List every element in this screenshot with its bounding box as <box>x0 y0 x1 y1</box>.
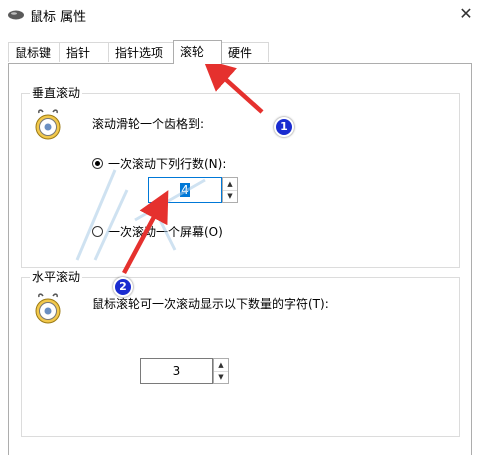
tab-pointers[interactable]: 指针 <box>59 42 109 62</box>
lines-count-stepper: ▲ ▼ <box>222 177 238 203</box>
scroll-wheel-icon <box>35 109 61 140</box>
chevron-up-icon: ▲ <box>218 361 224 369</box>
lines-count-value: 4 <box>180 183 190 197</box>
horizontal-description: 鼠标滚轮可一次滚动显示以下数量的字符(T): <box>92 297 329 311</box>
radio-screen[interactable] <box>92 226 103 237</box>
tab-buttons[interactable]: 鼠标键 <box>8 42 60 62</box>
tab-hardware[interactable]: 硬件 <box>221 42 269 62</box>
vertical-scroll-group: 垂直滚动 滚动滑轮一个齿格到: 一次滚动下列行数(N): 4 ▲ ▼ 一次滚动一… <box>21 86 460 268</box>
horizontal-scroll-legend: 水平滚动 <box>30 270 83 285</box>
window-title: 鼠标 属性 <box>30 10 87 25</box>
radio-lines[interactable] <box>92 158 103 169</box>
vertical-scroll-legend: 垂直滚动 <box>30 86 83 101</box>
step-badge-1: 1 <box>274 117 294 137</box>
scroll-wheel-icon <box>35 293 61 324</box>
chars-count-value: 3 <box>172 364 181 378</box>
chars-count-stepper: ▲ ▼ <box>213 358 229 384</box>
step-badge-2: 2 <box>113 277 133 297</box>
tab-wheel[interactable]: 滚轮 <box>173 40 222 64</box>
tab-pointer-options[interactable]: 指针选项 <box>108 42 174 62</box>
vertical-description: 滚动滑轮一个齿格到: <box>92 117 205 131</box>
chars-count-input[interactable]: 3 <box>140 358 213 384</box>
lines-count-input[interactable]: 4 <box>148 177 222 203</box>
mouse-app-icon <box>8 10 24 20</box>
close-button[interactable]: ✕ <box>455 3 477 25</box>
chevron-down-icon: ▼ <box>227 192 233 200</box>
chevron-down-icon: ▼ <box>218 373 224 381</box>
wheel-tab-panel: 垂直滚动 滚动滑轮一个齿格到: 一次滚动下列行数(N): 4 ▲ ▼ 一次滚动一… <box>8 63 472 455</box>
chars-down-button[interactable]: ▼ <box>214 371 228 383</box>
close-icon: ✕ <box>459 4 473 23</box>
lines-down-button[interactable]: ▼ <box>223 190 237 202</box>
horizontal-scroll-group: 水平滚动 鼠标滚轮可一次滚动显示以下数量的字符(T): 3 ▲ ▼ <box>21 270 460 437</box>
chevron-up-icon: ▲ <box>227 180 233 188</box>
radio-screen-label[interactable]: 一次滚动一个屏幕(O) <box>108 223 223 240</box>
title-bar: 鼠标 属性 ✕ <box>0 0 479 30</box>
radio-lines-label[interactable]: 一次滚动下列行数(N): <box>108 155 226 172</box>
